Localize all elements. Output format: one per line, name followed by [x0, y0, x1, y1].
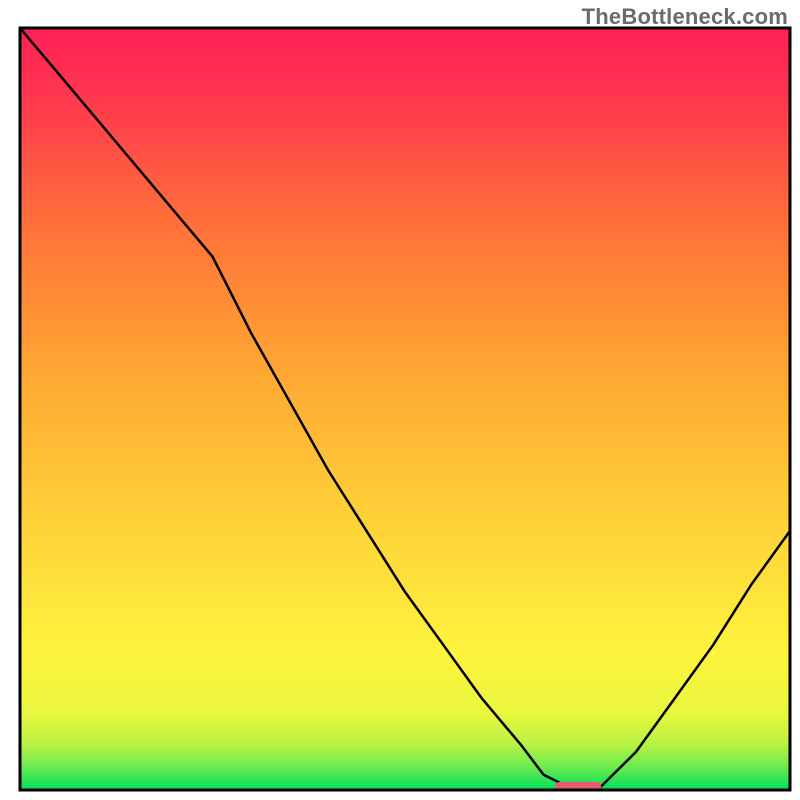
gradient-background	[20, 28, 790, 790]
bottleneck-chart	[0, 0, 800, 800]
chart-canvas: TheBottleneck.com	[0, 0, 800, 800]
